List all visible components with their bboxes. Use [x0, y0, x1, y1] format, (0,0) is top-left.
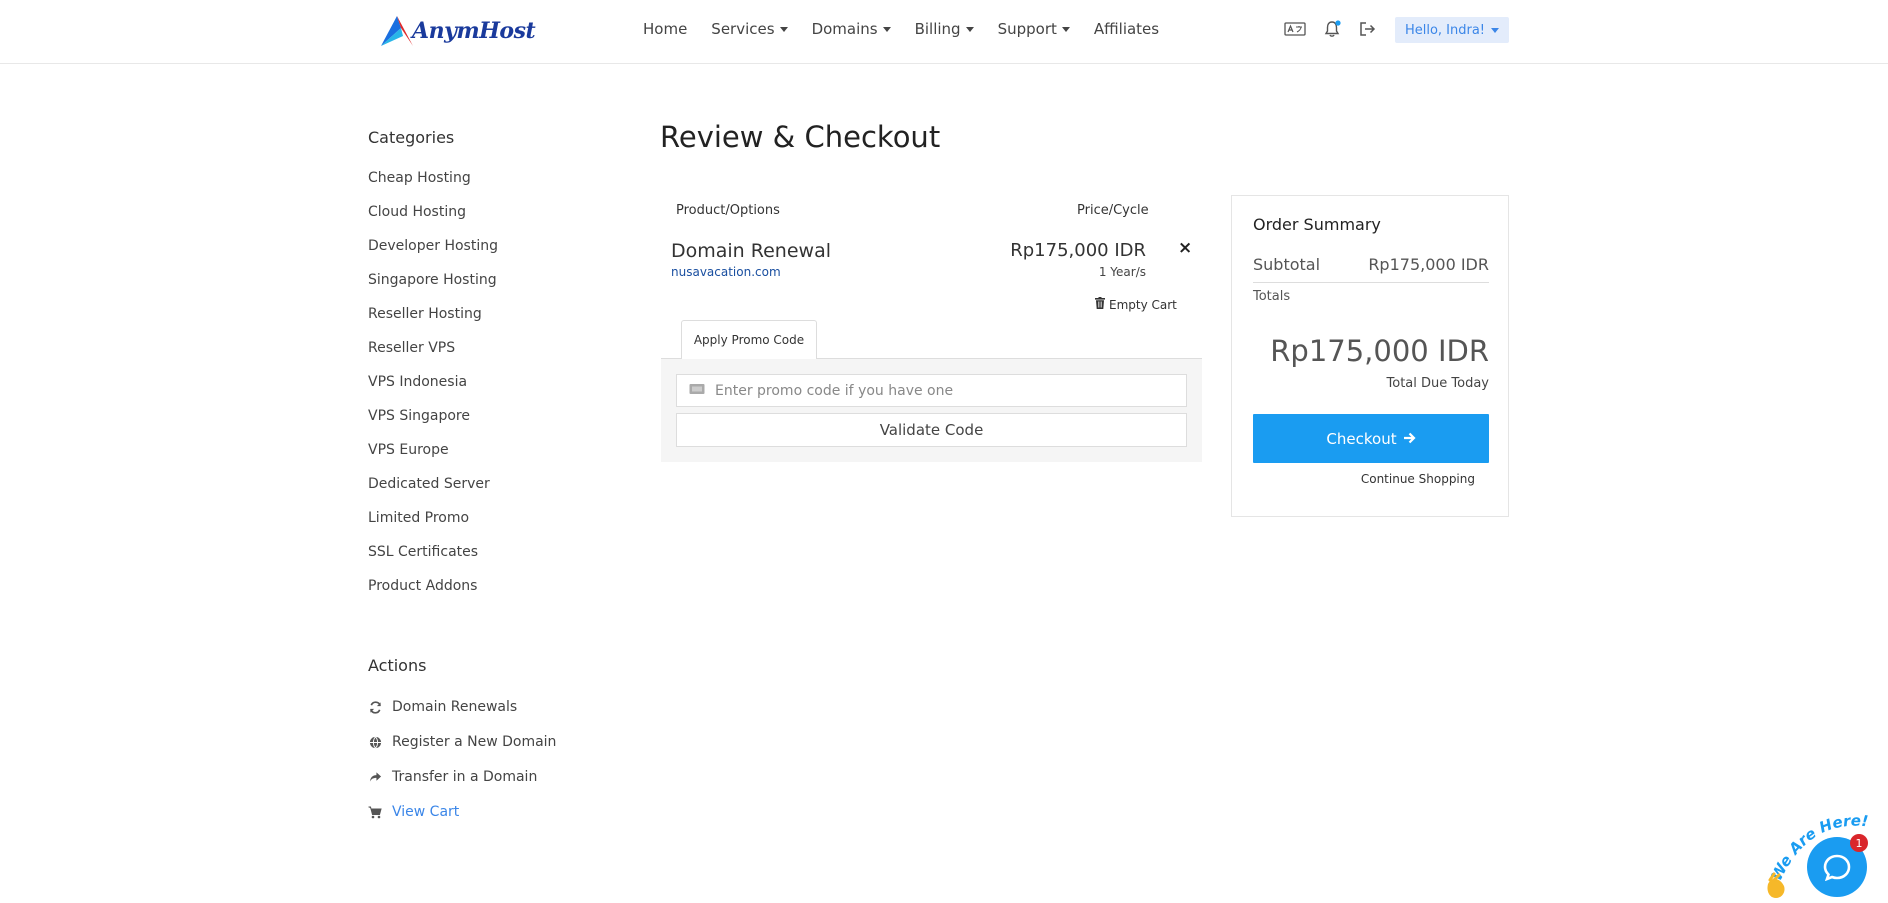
category-item[interactable]: VPS Singapore — [368, 406, 498, 440]
promo-code-placeholder: Enter promo code if you have one — [715, 382, 954, 399]
categories-list: Cheap Hosting Cloud Hosting Developer Ho… — [368, 168, 498, 610]
caret-down-icon — [1061, 26, 1070, 32]
user-menu-button[interactable]: Hello, Indra! — [1395, 17, 1509, 43]
globe-icon — [368, 732, 382, 752]
nav-billing[interactable]: Billing — [915, 20, 974, 38]
category-item[interactable]: VPS Indonesia — [368, 372, 498, 406]
empty-cart-label: Empty Cart — [1109, 297, 1177, 312]
nav-affiliates[interactable]: Affiliates — [1094, 20, 1159, 38]
checkout-label: Checkout — [1326, 429, 1397, 448]
category-item[interactable]: Cheap Hosting — [368, 168, 498, 202]
actions-heading: Actions — [368, 656, 427, 675]
subtotal-row: Subtotal Rp175,000 IDR — [1253, 255, 1489, 283]
language-icon[interactable] — [1284, 20, 1306, 38]
arrow-right-icon — [1403, 430, 1416, 448]
action-view-cart[interactable]: View Cart — [368, 802, 556, 837]
remove-item-button[interactable]: × — [1178, 238, 1192, 258]
total-due-amount: Rp175,000 IDR — [1270, 334, 1489, 368]
caret-down-icon — [882, 26, 891, 32]
user-greeting: Hello, Indra! — [1404, 22, 1486, 38]
cart-item-price: Rp175,000 IDR — [1010, 240, 1146, 261]
category-item[interactable]: Developer Hosting — [368, 236, 498, 270]
ticket-icon — [689, 383, 705, 399]
refresh-icon — [368, 697, 382, 717]
column-header-product: Product/Options — [676, 203, 780, 218]
category-item[interactable]: Limited Promo — [368, 508, 498, 542]
actions-list: Domain Renewals Register a New Domain Tr… — [368, 697, 556, 837]
nav-domains-label: Domains — [811, 20, 878, 38]
total-due-label: Total Due Today — [1386, 376, 1489, 391]
nav-domains[interactable]: Domains — [812, 20, 891, 38]
action-label: Domain Renewals — [392, 699, 518, 715]
cart-item-domain: nusavacation.com — [671, 265, 781, 279]
action-label: Transfer in a Domain — [392, 769, 538, 785]
share-arrow-icon — [368, 767, 382, 787]
nav-home-label: Home — [643, 20, 688, 38]
page-title: Review & Checkout — [660, 120, 941, 154]
category-item[interactable]: VPS Europe — [368, 440, 498, 474]
tab-apply-promo-code[interactable]: Apply Promo Code — [681, 320, 817, 359]
action-label: View Cart — [392, 804, 460, 820]
nav-support-label: Support — [997, 20, 1057, 38]
nav-support[interactable]: Support — [998, 20, 1070, 38]
logout-icon[interactable] — [1356, 20, 1378, 38]
brand-logo[interactable]: AnymHost — [379, 12, 536, 50]
order-summary-title: Order Summary — [1253, 215, 1381, 234]
nav-services[interactable]: Services — [711, 20, 788, 38]
nav-services-label: Services — [711, 20, 775, 38]
action-domain-renewals[interactable]: Domain Renewals — [368, 697, 556, 732]
category-item[interactable]: SSL Certificates — [368, 542, 498, 576]
category-item[interactable]: Cloud Hosting — [368, 202, 498, 236]
totals-label: Totals — [1253, 289, 1291, 304]
promo-code-panel: Enter promo code if you have one Validat… — [661, 358, 1202, 462]
cart-item-name: Domain Renewal — [671, 240, 831, 262]
subtotal-label: Subtotal — [1253, 255, 1321, 274]
category-item[interactable]: Singapore Hosting — [368, 270, 498, 304]
brand-name: AnymHost — [412, 18, 536, 44]
action-register-domain[interactable]: Register a New Domain — [368, 732, 556, 767]
trash-icon — [1095, 297, 1105, 312]
order-summary-panel: Order Summary Subtotal Rp175,000 IDR Tot… — [1231, 195, 1509, 517]
main-nav: Home Services Domains Billing Support Af… — [643, 20, 1183, 38]
checkout-button[interactable]: Checkout — [1253, 414, 1489, 463]
nav-affiliates-label: Affiliates — [1093, 20, 1160, 38]
nav-billing-label: Billing — [914, 20, 961, 38]
category-item[interactable]: Reseller VPS — [368, 338, 498, 372]
continue-shopping-link[interactable]: Continue Shopping — [1253, 472, 1475, 486]
action-label: Register a New Domain — [392, 734, 557, 750]
chat-bubble-icon — [1823, 854, 1851, 881]
empty-cart-button[interactable]: Empty Cart — [1095, 297, 1177, 312]
subtotal-value: Rp175,000 IDR — [1368, 255, 1489, 274]
column-header-price: Price/Cycle — [1077, 203, 1149, 218]
promo-code-input[interactable]: Enter promo code if you have one — [676, 374, 1187, 407]
caret-down-icon — [965, 26, 974, 32]
cart-icon — [368, 802, 382, 822]
cart-item-cycle: 1 Year/s — [1098, 265, 1146, 279]
category-item[interactable]: Product Addons — [368, 576, 498, 610]
caret-down-icon — [1491, 27, 1500, 33]
action-transfer-domain[interactable]: Transfer in a Domain — [368, 767, 556, 802]
categories-heading: Categories — [368, 128, 455, 147]
notification-bell-icon[interactable] — [1321, 20, 1343, 38]
nav-home[interactable]: Home — [643, 20, 687, 38]
category-item[interactable]: Reseller Hosting — [368, 304, 498, 338]
caret-down-icon — [779, 26, 788, 32]
chat-widget: We Are Here! 1 — [1762, 800, 1888, 903]
top-navbar: AnymHost Home Services Domains Billing S… — [0, 0, 1888, 64]
validate-code-button[interactable]: Validate Code — [676, 413, 1187, 447]
chat-unread-badge: 1 — [1850, 834, 1868, 852]
category-item[interactable]: Dedicated Server — [368, 474, 498, 508]
